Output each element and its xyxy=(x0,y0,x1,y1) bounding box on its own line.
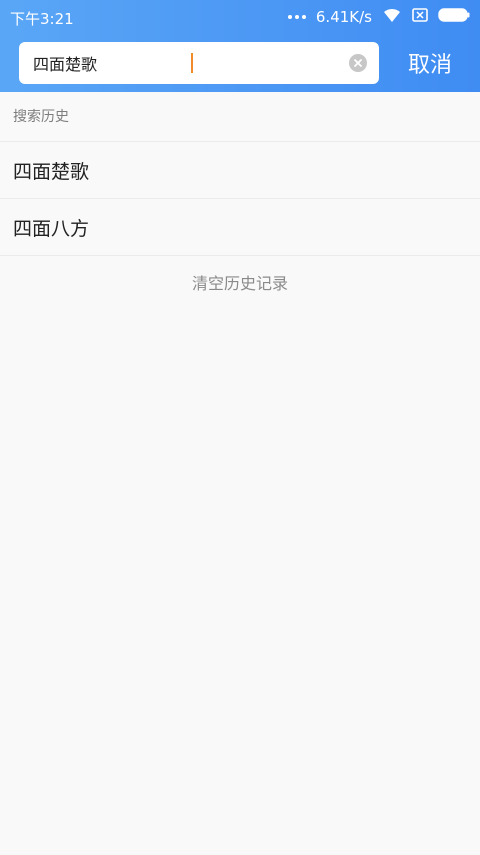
status-bar: 下午3:21 6.41K/s xyxy=(0,0,480,34)
cancel-button[interactable]: 取消 xyxy=(398,42,462,84)
more-dots-icon xyxy=(287,15,306,19)
search-bar: 四面楚歌 取消 xyxy=(0,42,480,84)
status-icons: 6.41K/s xyxy=(287,7,470,27)
divider xyxy=(0,255,480,256)
search-screen: 下午3:21 6.41K/s 四面楚歌 取消 搜索历史 四面楚歌 四面八方 清空… xyxy=(0,0,480,855)
clear-history-button[interactable]: 清空历史记录 xyxy=(0,262,480,302)
history-item[interactable]: 四面八方 xyxy=(0,199,480,255)
status-time: 下午3:21 xyxy=(10,10,74,28)
history-item[interactable]: 四面楚歌 xyxy=(0,142,480,198)
network-speed: 6.41K/s xyxy=(315,8,372,26)
battery-icon xyxy=(438,8,470,26)
sim-icon xyxy=(412,8,428,26)
search-box[interactable]: 四面楚歌 xyxy=(19,42,379,84)
clear-input-icon[interactable] xyxy=(349,54,367,72)
search-history-title: 搜索历史 xyxy=(13,109,69,125)
wifi-icon xyxy=(382,7,402,27)
header: 下午3:21 6.41K/s 四面楚歌 取消 xyxy=(0,0,480,92)
text-cursor xyxy=(190,53,193,73)
search-input[interactable]: 四面楚歌 xyxy=(33,51,190,75)
